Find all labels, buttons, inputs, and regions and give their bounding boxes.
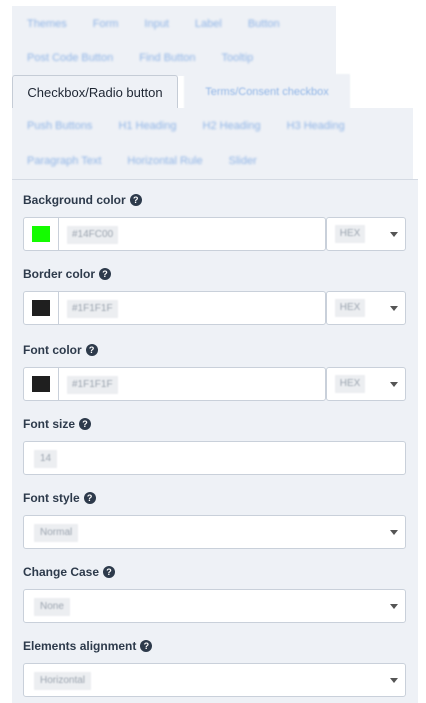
font-size-value: 14 [34, 450, 58, 468]
font-color-swatch[interactable] [32, 376, 50, 392]
border-color-value: #1F1F1F [67, 300, 118, 318]
font-color-label-text: Font color [23, 343, 82, 357]
help-icon[interactable]: ? [129, 194, 142, 206]
border-color-format-select[interactable]: HEX [326, 291, 406, 325]
tab-input[interactable]: Input [131, 6, 181, 42]
tab-push-buttons[interactable]: Push Buttons [12, 108, 105, 146]
tab-row-1: Themes Form Input Label Button [12, 6, 336, 42]
background-color-value: #14FC00 [67, 226, 119, 244]
background-color-format-select[interactable]: HEX [326, 217, 406, 251]
tab-post-code-button[interactable]: Post Code Button [12, 40, 126, 76]
font-color-field[interactable]: #1F1F1F [23, 367, 326, 401]
elements-alignment-value: Horizontal [34, 672, 92, 690]
chevron-down-icon [390, 382, 398, 387]
help-icon[interactable]: ? [83, 492, 96, 504]
tab-h2-heading[interactable]: H2 Heading [190, 108, 274, 146]
help-icon[interactable]: ? [103, 566, 116, 578]
tab-find-button[interactable]: Find Button [126, 40, 208, 76]
elements-alignment-select[interactable]: Horizontal [23, 663, 406, 697]
background-color-field[interactable]: #14FC00 [23, 217, 326, 251]
border-color-field[interactable]: #1F1F1F [23, 291, 326, 325]
chevron-down-icon [390, 604, 398, 609]
tab-form[interactable]: Form [80, 6, 132, 42]
font-color-value: #1F1F1F [67, 376, 118, 394]
format-value: HEX [335, 225, 365, 243]
font-color-label: Font color ? [23, 343, 98, 357]
border-color-swatch[interactable] [32, 300, 50, 316]
help-icon[interactable]: ? [99, 268, 112, 280]
background-color-label: Background color ? [23, 193, 142, 207]
tab-paragraph-text[interactable]: Paragraph Text [12, 143, 114, 179]
chevron-down-icon [390, 678, 398, 683]
font-style-label-text: Font style [23, 491, 80, 505]
chevron-down-icon [390, 232, 398, 237]
elements-alignment-label: Elements alignment ? [23, 639, 153, 653]
tab-label[interactable]: Label [182, 6, 235, 42]
font-size-label-text: Font size [23, 417, 76, 431]
tab-h1-heading[interactable]: H1 Heading [105, 108, 189, 146]
font-color-format-select[interactable]: HEX [326, 367, 406, 401]
change-case-label-text: Change Case [23, 565, 100, 579]
change-case-value: None [34, 598, 70, 616]
color-swatch-cell[interactable] [24, 368, 59, 400]
border-color-label-text: Border color [23, 267, 96, 281]
elements-alignment-label-text: Elements alignment [23, 639, 137, 653]
font-size-label: Font size ? [23, 417, 92, 431]
font-style-select[interactable]: Normal [23, 515, 406, 549]
format-value: HEX [335, 375, 365, 393]
tab-checkbox-radio-button[interactable]: Checkbox/Radio button [12, 75, 178, 110]
help-icon[interactable]: ? [85, 344, 98, 356]
tab-tooltip[interactable]: Tooltip [209, 40, 267, 76]
tab-themes[interactable]: Themes [12, 6, 80, 42]
font-style-label: Font style ? [23, 491, 96, 505]
chevron-down-icon [390, 530, 398, 535]
chevron-down-icon [390, 306, 398, 311]
tab-slider[interactable]: Slider [216, 143, 270, 179]
font-style-value: Normal [34, 524, 79, 542]
tab-row-5: Paragraph Text Horizontal Rule Slider [12, 143, 413, 179]
tab-terms-consent-checkbox[interactable]: Terms/Consent checkbox [184, 74, 350, 110]
color-swatch-cell[interactable] [24, 292, 59, 324]
color-swatch-cell[interactable] [24, 218, 59, 250]
background-color-swatch[interactable] [32, 226, 50, 242]
tab-row-2: Post Code Button Find Button Tooltip [12, 40, 336, 76]
background-color-label-text: Background color [23, 193, 126, 207]
tab-button[interactable]: Button [235, 6, 293, 42]
format-value: HEX [335, 299, 365, 317]
border-color-label: Border color ? [23, 267, 112, 281]
tab-h3-heading[interactable]: H3 Heading [274, 108, 358, 146]
tab-horizontal-rule[interactable]: Horizontal Rule [114, 143, 215, 179]
change-case-label: Change Case ? [23, 565, 116, 579]
help-icon[interactable]: ? [140, 640, 153, 652]
font-size-input[interactable]: 14 [23, 441, 406, 475]
help-icon[interactable]: ? [79, 418, 92, 430]
tab-row-4: Push Buttons H1 Heading H2 Heading H3 He… [12, 108, 413, 146]
change-case-select[interactable]: None [23, 589, 406, 623]
